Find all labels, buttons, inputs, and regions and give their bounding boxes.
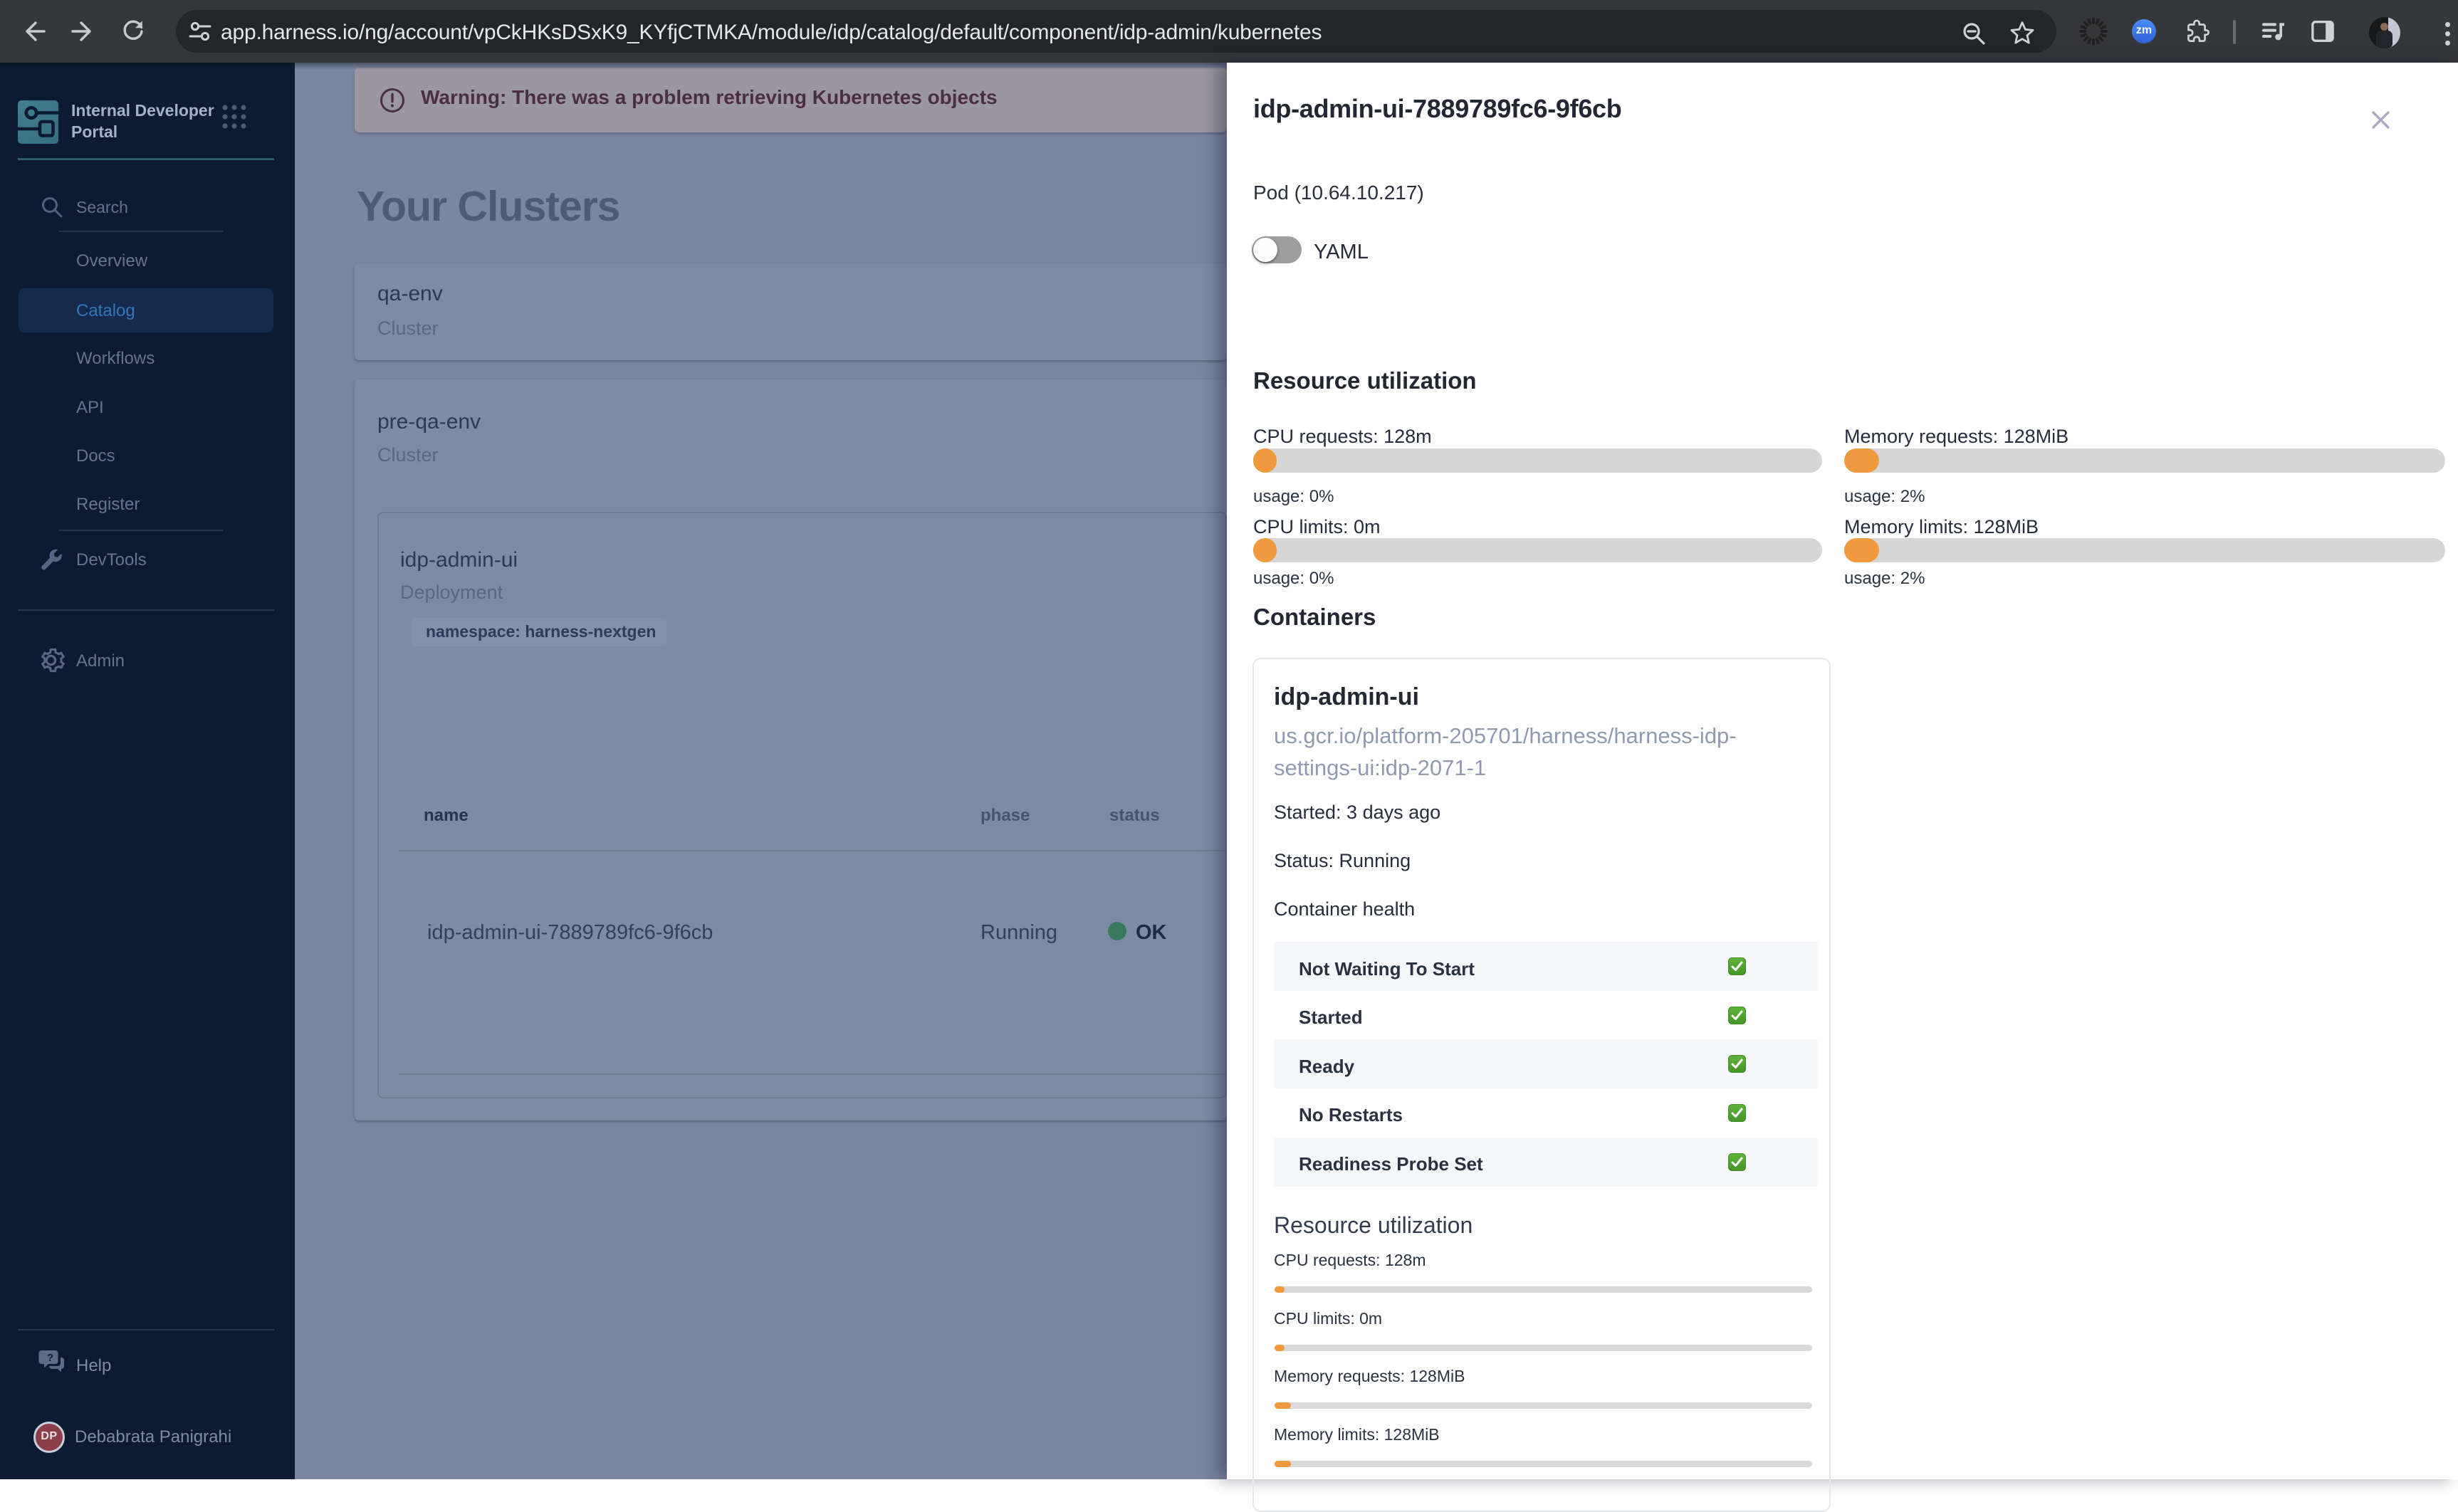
- svg-text:?: ?: [47, 1352, 53, 1364]
